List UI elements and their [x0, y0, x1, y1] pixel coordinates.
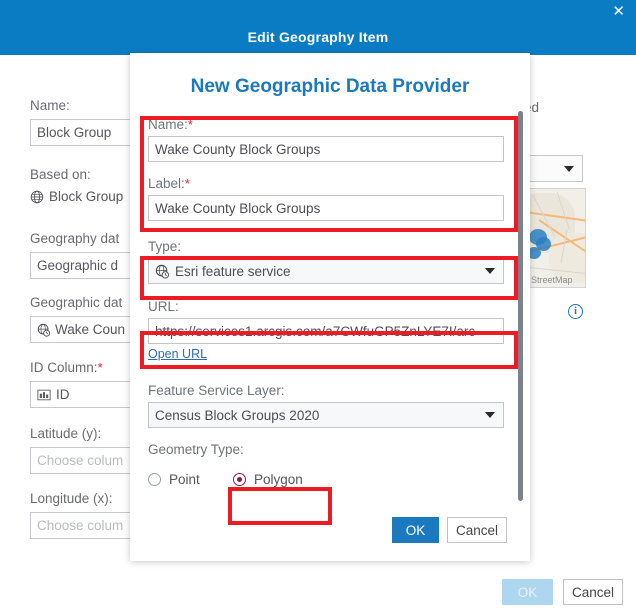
dialog-name-input[interactable]: Wake County Block Groups — [148, 136, 504, 162]
dialog-type-select[interactable]: Esri feature service — [148, 258, 504, 284]
background-name-label: Name: — [30, 98, 70, 113]
background-geography-provider-select[interactable]: Wake Coun — [30, 316, 145, 343]
dialog-name-required: * — [187, 117, 193, 132]
dialog-feature-service-layer-select[interactable]: Census Block Groups 2020 — [148, 402, 504, 428]
chevron-down-icon — [485, 412, 495, 418]
background-cancel-label: Cancel — [571, 584, 615, 600]
dialog-cancel-label: Cancel — [455, 522, 499, 538]
esri-feature-service-icon — [155, 264, 170, 279]
esri-feature-service-icon — [37, 323, 51, 337]
background-based-on-value-row: Block Group — [30, 189, 123, 204]
dialog-type-label: Type: — [148, 239, 182, 254]
background-longitude-select[interactable]: Choose colum — [30, 512, 145, 539]
dialog-ok-button[interactable]: OK — [392, 517, 439, 543]
map-attribution: StreetMap — [531, 275, 573, 285]
chevron-down-icon — [564, 165, 574, 172]
dialog-name-label-text: Name: — [148, 117, 188, 132]
background-geography-data-select[interactable]: Geographic d — [30, 252, 145, 279]
background-ok-button: OK — [502, 579, 553, 605]
geometry-polygon-radio[interactable]: Polygon — [233, 472, 303, 487]
background-name-input[interactable]: Block Group — [30, 119, 145, 146]
dialog-title: New Geographic Data Provider — [190, 76, 470, 97]
dialog-feature-service-layer-label: Feature Service Layer: — [148, 383, 285, 398]
dialog-url-value: https://services1.arcgis.com/a7CWfuGP5Zn… — [155, 323, 476, 339]
window-header: Edit Geography Item ✕ — [0, 0, 636, 55]
background-ok-label: OK — [517, 584, 538, 600]
background-id-column-value: ID — [56, 387, 70, 402]
background-geography-data-value: Geographic d — [37, 258, 119, 273]
dialog-name-label: Name:* — [148, 117, 193, 132]
dialog-label-input[interactable]: Wake County Block Groups — [148, 195, 504, 221]
dialog-name-value: Wake County Block Groups — [155, 141, 321, 157]
background-latitude-label: Latitude (y): — [30, 426, 102, 441]
dialog-label-value: Wake County Block Groups — [155, 200, 321, 216]
geometry-point-label: Point — [169, 472, 200, 487]
background-based-on-label: Based on: — [30, 167, 91, 182]
dialog-url-label: URL: — [148, 299, 179, 314]
window-title: Edit Geography Item — [247, 29, 389, 45]
background-latitude-placeholder: Choose colum — [37, 453, 124, 468]
background-geography-data-label: Geography dat — [30, 231, 120, 246]
app-root: Edit Geography Item ✕ Name: Block Group … — [0, 0, 636, 615]
new-geographic-data-provider-dialog: New Geographic Data Provider Name:* Wake… — [130, 53, 530, 561]
chevron-down-icon — [485, 268, 495, 274]
background-id-column-label-text: ID Column: — [30, 360, 98, 375]
dialog-type-value: Esri feature service — [175, 263, 291, 279]
radio-selected-icon — [233, 473, 246, 486]
globe-icon — [30, 190, 44, 204]
close-icon[interactable]: ✕ — [612, 4, 625, 19]
geometry-point-radio[interactable]: Point — [148, 472, 200, 487]
background-based-on-value: Block Group — [49, 189, 124, 204]
dialog-label-required: * — [184, 176, 190, 191]
dialog-ok-label: OK — [405, 522, 426, 538]
info-icon[interactable]: i — [568, 304, 583, 319]
open-url-link[interactable]: Open URL — [148, 347, 207, 361]
background-latitude-select[interactable]: Choose colum — [30, 447, 145, 474]
background-name-value: Block Group — [37, 125, 112, 140]
background-id-column-select[interactable]: ID — [30, 381, 145, 408]
background-id-column-required: * — [97, 360, 103, 375]
dialog-feature-service-layer-value: Census Block Groups 2020 — [155, 407, 320, 423]
dialog-url-input[interactable]: https://services1.arcgis.com/a7CWfuGP5Zn… — [148, 318, 504, 344]
dialog-label-label-text: Label: — [148, 176, 185, 191]
background-geography-provider-label: Geographic dat — [30, 295, 123, 310]
background-cancel-button[interactable]: Cancel — [563, 579, 623, 605]
geometry-polygon-label: Polygon — [254, 472, 303, 487]
map-thumbnail[interactable]: StreetMap — [528, 188, 586, 288]
dialog-label-label: Label:* — [148, 176, 190, 191]
background-longitude-label: Longitude (x): — [30, 491, 113, 506]
dialog-cancel-button[interactable]: Cancel — [447, 517, 507, 543]
background-id-column-label: ID Column:* — [30, 360, 103, 375]
column-icon — [37, 389, 51, 401]
radio-unselected-icon — [148, 473, 161, 486]
background-longitude-placeholder: Choose colum — [37, 518, 124, 533]
background-geography-provider-value: Wake Coun — [55, 322, 126, 337]
dialog-scrollbar-thumb[interactable] — [518, 111, 523, 501]
dialog-geometry-type-label: Geometry Type: — [148, 442, 244, 457]
